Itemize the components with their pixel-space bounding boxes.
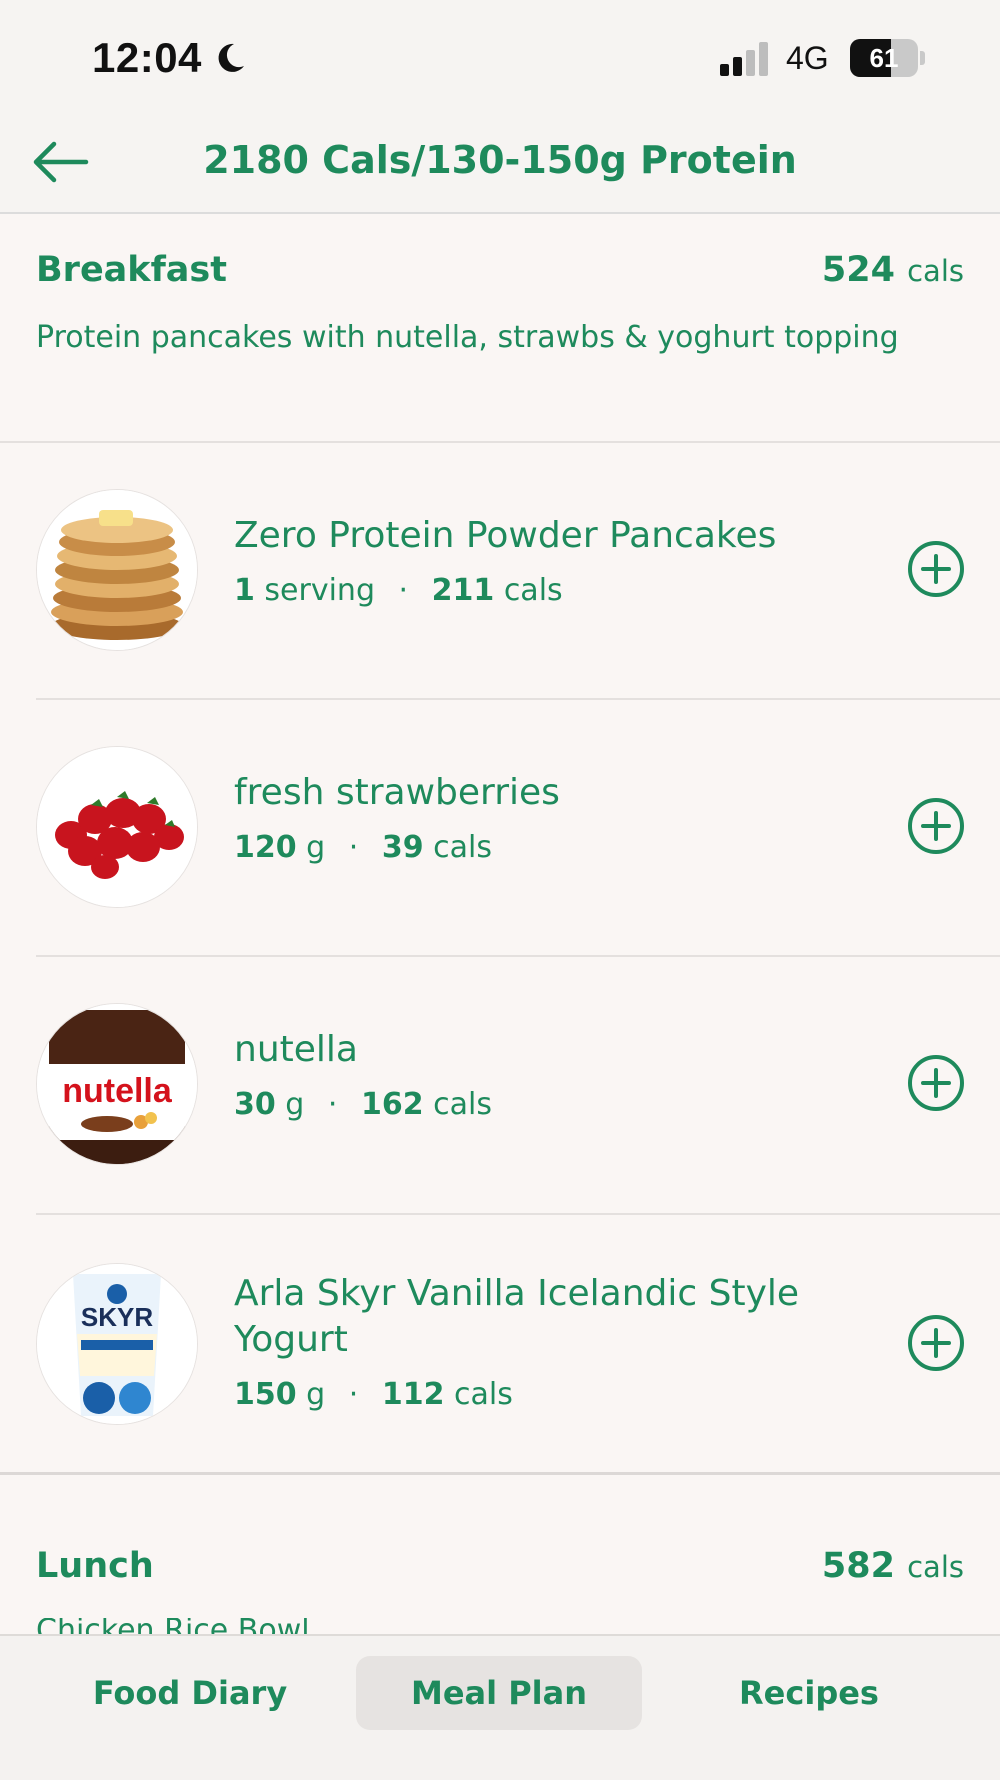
food-unit: g (285, 1087, 305, 1122)
tab-bar: Food Diary Meal Plan Recipes (0, 1634, 1000, 1780)
meal-name: Breakfast (36, 250, 227, 290)
meal-calories-value: 524 (821, 250, 895, 290)
food-meta: 1 serving · 211 cals (234, 573, 563, 608)
food-meta: 30 g · 162 cals (234, 1087, 492, 1122)
food-calories-unit: cals (503, 573, 563, 608)
food-meta: 120 g · 39 cals (234, 830, 492, 865)
food-calories-unit: cals (433, 1087, 492, 1122)
food-unit: g (306, 830, 326, 865)
meal-description: Chicken Rice Bowl (36, 1618, 310, 1634)
page-title: 2180 Cals/130-150g Protein (203, 138, 797, 182)
plus-circle-icon[interactable] (906, 1053, 966, 1113)
meal-calories: 582 cals (822, 1546, 964, 1586)
food-calories: 39 (381, 830, 424, 865)
food-amount: 120 (234, 830, 297, 865)
meal-calories-unit: cals (907, 1550, 964, 1584)
food-image-nutella: nutella (36, 1003, 198, 1165)
food-item[interactable]: Zero Protein Powder Pancakes 1 serving ·… (0, 443, 1000, 699)
nav-header: 2180 Cals/130-150g Protein (0, 110, 1000, 214)
meal-name: Lunch (36, 1546, 154, 1586)
lunch-header: Lunch 582 cals (0, 1512, 1000, 1612)
nutella-logo: nutella (62, 1072, 173, 1110)
divider (0, 1472, 1000, 1475)
battery-level: 61 (869, 43, 899, 73)
food-calories: 211 (431, 573, 495, 608)
food-calories-unit: cals (454, 1377, 513, 1412)
food-name: Zero Protein Powder Pancakes (234, 515, 777, 556)
food-calories: 162 (360, 1087, 424, 1122)
food-unit: serving (264, 573, 375, 608)
food-image-strawberries (36, 746, 198, 908)
food-item[interactable]: SKYR Arla Skyr Vanilla Icelandic Style Y… (0, 1215, 1000, 1471)
plus-circle-icon[interactable] (906, 539, 966, 599)
plus-circle-icon[interactable] (906, 1313, 966, 1373)
plus-circle-icon[interactable] (906, 796, 966, 856)
food-calories-unit: cals (433, 830, 492, 865)
meal-description: Protein pancakes with nutella, strawbs &… (36, 320, 899, 355)
status-bar: 12:04 4G 61 (0, 0, 1000, 110)
food-name: nutella (234, 1029, 358, 1070)
status-time: 12:04 (92, 34, 202, 81)
food-amount: 150 (234, 1377, 297, 1412)
network-type: 4G (786, 40, 829, 76)
food-unit: g (306, 1377, 326, 1412)
food-amount: 30 (234, 1087, 276, 1122)
food-name: fresh strawberries (234, 772, 560, 813)
meal-calories: 524 cals (822, 250, 964, 290)
meal-description-text: Chicken Rice Bowl (36, 1618, 310, 1634)
signal-icon (720, 42, 768, 76)
battery-icon: 61 (850, 39, 928, 77)
meal-calories-value: 582 (821, 1546, 895, 1586)
food-amount: 1 (234, 573, 255, 608)
moon-icon (218, 43, 244, 72)
food-calories: 112 (381, 1377, 445, 1412)
food-item[interactable]: nutella nutella 30 g · 162 cals (0, 957, 1000, 1213)
meal-calories-unit: cals (907, 254, 964, 288)
food-name: Arla Skyr Vanilla Icelandic Style Yogurt (234, 1273, 800, 1360)
tab-recipes[interactable]: Recipes (678, 1656, 940, 1730)
skyr-logo: SKYR (81, 1302, 153, 1332)
food-image-pancakes (36, 489, 198, 651)
food-image-skyr: SKYR (36, 1263, 198, 1425)
food-meta: 150 g · 112 cals (234, 1377, 513, 1412)
food-item[interactable]: fresh strawberries 120 g · 39 cals (0, 700, 1000, 956)
breakfast-header: Breakfast 524 cals (0, 214, 1000, 314)
tab-food-diary[interactable]: Food Diary (60, 1656, 320, 1730)
tab-meal-plan[interactable]: Meal Plan (356, 1656, 642, 1730)
